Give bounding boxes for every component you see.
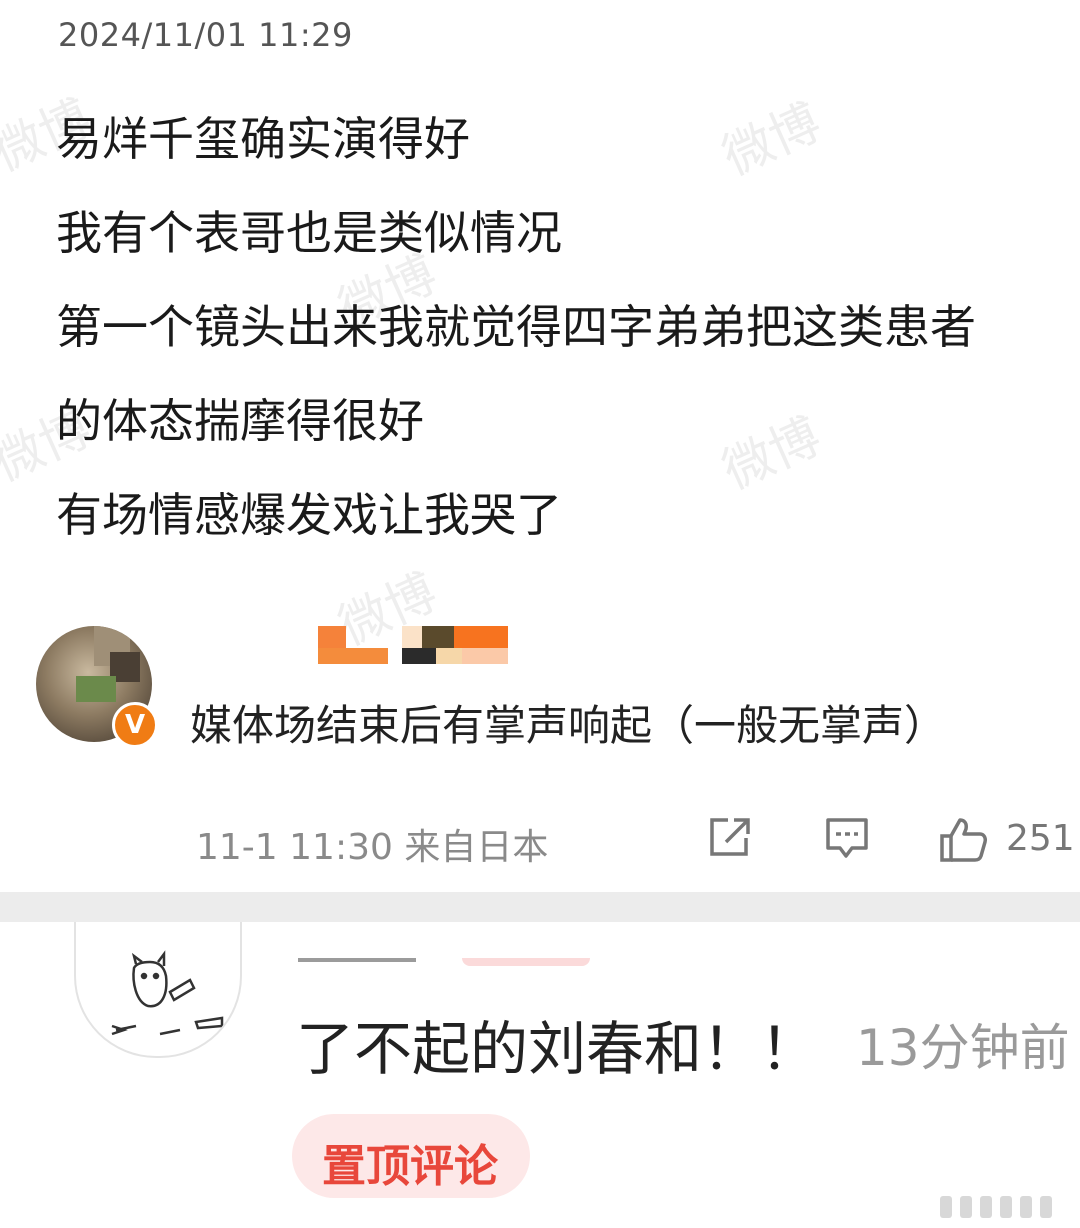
post-body: 易烊千玺确实演得好 我有个表哥也是类似情况 第一个镜头出来我就觉得四字弟弟把这类… (56, 104, 976, 574)
post-line: 易烊千玺确实演得好 (56, 112, 470, 166)
weibo-post: 2024/11/01 11:29 微博 微博 微博 微博 微博 微博 易烊千玺确… (0, 0, 1080, 892)
section-divider (0, 892, 1080, 922)
post-line: 的体态揣摩得很好 (56, 394, 424, 448)
comment-text: 了不起的刘春和！！ (296, 1015, 819, 1083)
watermark-corner-icon (940, 1192, 1070, 1220)
verified-badge-icon: V (112, 702, 158, 748)
post-line: 第一个镜头出来我就觉得四字弟弟把这类患者 (56, 300, 976, 354)
commenter-name-hint (298, 958, 416, 962)
post-line: 我有个表哥也是类似情况 (56, 206, 562, 260)
share-icon[interactable] (708, 816, 754, 858)
comment-icon[interactable] (824, 816, 870, 862)
like-count: 251 (1006, 818, 1075, 859)
post-time-source: 11-1 11:30 来自日本 (196, 827, 549, 868)
pinned-comment-badge: 置顶评论 (292, 1114, 530, 1198)
commenter-avatar[interactable] (74, 922, 242, 1058)
post-timestamp: 2024/11/01 11:29 (58, 16, 353, 54)
pinned-comment-label: 置顶评论 (322, 1141, 498, 1192)
post-line: 有场情感爆发戏让我哭了 (56, 488, 562, 542)
author-quote: 媒体场结束后有掌声响起（一般无掌声） (190, 701, 947, 750)
like-icon[interactable] (938, 816, 988, 864)
comment-time: 13分钟前 (856, 1019, 1070, 1077)
commenter-badge-hint (462, 958, 590, 966)
